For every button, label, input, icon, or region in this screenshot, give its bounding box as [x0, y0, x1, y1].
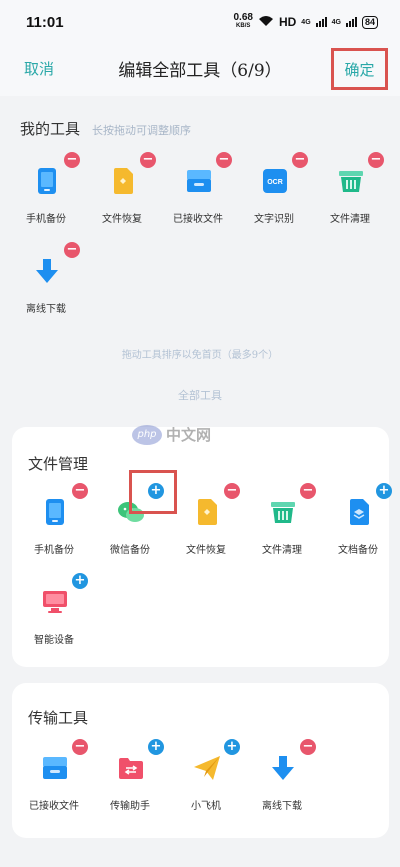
hd-label: HD — [278, 15, 297, 29]
battery-icon: 84 — [361, 15, 378, 29]
add-badge[interactable]: + — [148, 739, 164, 755]
tool-label: 文档备份 — [338, 545, 378, 556]
offline-download-icon — [268, 753, 298, 783]
file-restore-icon — [192, 497, 222, 527]
my-tools-hint: 长按拖动可调整顺序 — [92, 124, 192, 137]
tool-label: 传输助手 — [110, 801, 150, 812]
remove-badge[interactable]: − — [72, 739, 88, 755]
clean-basket-icon — [268, 497, 298, 527]
phone-backup-icon — [32, 166, 62, 196]
tool-received-files[interactable]: − 已接收文件 — [160, 152, 236, 230]
tool-label: 手机备份 — [26, 214, 66, 225]
received-files-icon — [184, 166, 214, 196]
remove-badge[interactable]: − — [72, 483, 88, 499]
watermark: php 中文网 — [132, 424, 211, 445]
watermark-logo: php — [132, 424, 162, 445]
tool-smart-device[interactable]: + 智能设备 — [16, 573, 92, 651]
speed-value: 0.68 — [233, 12, 253, 23]
remove-badge[interactable]: − — [368, 152, 384, 168]
network-speed: 0.68 KB/S — [233, 13, 252, 31]
tool-doc-backup[interactable]: + 文档备份 — [320, 483, 396, 561]
add-badge[interactable]: + — [224, 739, 240, 755]
svg-text:OCR: OCR — [267, 179, 283, 186]
tool-label: 文件清理 — [262, 545, 302, 556]
transfer-assistant-icon — [116, 753, 146, 783]
network-type-2: 4G — [331, 18, 341, 26]
doc-backup-icon — [344, 497, 374, 527]
add-badge[interactable]: + — [72, 573, 88, 589]
status-time: 11:01 — [26, 14, 64, 31]
file-management-title: 文件管理 — [28, 455, 89, 473]
status-indicators: 0.68 KB/S HD 4G 4G 84 — [233, 13, 378, 31]
tool-label: 微信备份 — [110, 545, 150, 556]
tool-label: 离线下载 — [26, 304, 66, 315]
remove-badge[interactable]: − — [216, 152, 232, 168]
signal-icon — [345, 17, 357, 27]
header: 取消 编辑全部工具（6/9） 确定 — [0, 44, 400, 96]
tool-label: 文件清理 — [330, 214, 370, 225]
tool-paper-plane[interactable]: + 小飞机 — [168, 739, 244, 817]
file-management-card: 文件管理 − 手机备份 + 微信备份 − 文件恢复 − 文件清理 + 文档备份 — [12, 427, 392, 667]
tool-file-restore[interactable]: − 文件恢复 — [84, 152, 160, 230]
confirm-button[interactable]: 确定 — [331, 48, 388, 90]
tool-label: 离线下载 — [262, 801, 302, 812]
paper-plane-icon — [192, 753, 222, 783]
wifi-icon — [258, 15, 274, 30]
tool-received-files[interactable]: − 已接收文件 — [16, 739, 92, 817]
tool-label: 文件恢复 — [102, 214, 142, 225]
tool-phone-backup[interactable]: − 手机备份 — [16, 483, 92, 561]
my-tools-section: 我的工具 长按拖动可调整顺序 − 手机备份 − 文件恢复 − 已接收文件 OCR… — [0, 96, 400, 412]
ocr-icon: OCR — [260, 166, 290, 196]
remove-badge[interactable]: − — [300, 739, 316, 755]
received-files-icon — [40, 753, 70, 783]
tool-offline-download[interactable]: − 离线下载 — [244, 739, 320, 817]
offline-download-icon — [32, 256, 62, 286]
remove-badge[interactable]: − — [300, 483, 316, 499]
remove-badge[interactable]: − — [292, 152, 308, 168]
speed-unit: KB/S — [236, 23, 251, 29]
transfer-tools-card: 传输工具 − 已接收文件 + 传输助手 + 小飞机 − 离线下载 — [12, 683, 389, 838]
tool-file-restore[interactable]: − 文件恢复 — [168, 483, 244, 561]
tool-label: 已接收文件 — [173, 214, 223, 225]
network-type-1: 4G — [301, 18, 311, 26]
tool-transfer-assistant[interactable]: + 传输助手 — [92, 739, 168, 817]
tool-file-clean[interactable]: − 文件清理 — [312, 152, 388, 230]
status-bar: 11:01 0.68 KB/S HD 4G 4G 84 — [0, 0, 400, 44]
tool-label: 小飞机 — [191, 801, 221, 812]
my-tools-title: 我的工具 — [20, 120, 81, 138]
watermark-text: 中文网 — [166, 426, 212, 444]
file-restore-icon — [108, 166, 138, 196]
add-badge[interactable]: + — [376, 483, 392, 499]
remove-badge[interactable]: − — [64, 152, 80, 168]
remove-badge[interactable]: − — [140, 152, 156, 168]
tool-label: 文件恢复 — [186, 545, 226, 556]
tool-phone-backup[interactable]: − 手机备份 — [8, 152, 84, 230]
tool-label: 文字识别 — [254, 214, 294, 225]
all-tools-label: 全部工具 — [178, 389, 222, 402]
signal-icon — [315, 17, 327, 27]
phone-backup-icon — [40, 497, 70, 527]
drag-hint: 拖动工具排序以免首页（最多9个） — [121, 350, 279, 361]
clean-basket-icon — [336, 166, 366, 196]
tool-label: 智能设备 — [34, 635, 74, 646]
highlight-box — [129, 470, 177, 514]
tool-ocr[interactable]: OCR − 文字识别 — [236, 152, 312, 230]
remove-badge[interactable]: − — [224, 483, 240, 499]
smart-device-icon — [40, 587, 70, 617]
tool-label: 已接收文件 — [29, 801, 79, 812]
remove-badge[interactable]: − — [64, 242, 80, 258]
tool-label: 手机备份 — [34, 545, 74, 556]
tool-file-clean[interactable]: − 文件清理 — [244, 483, 320, 561]
transfer-tools-title: 传输工具 — [28, 709, 89, 727]
tool-offline-download[interactable]: − 离线下载 — [8, 242, 84, 320]
